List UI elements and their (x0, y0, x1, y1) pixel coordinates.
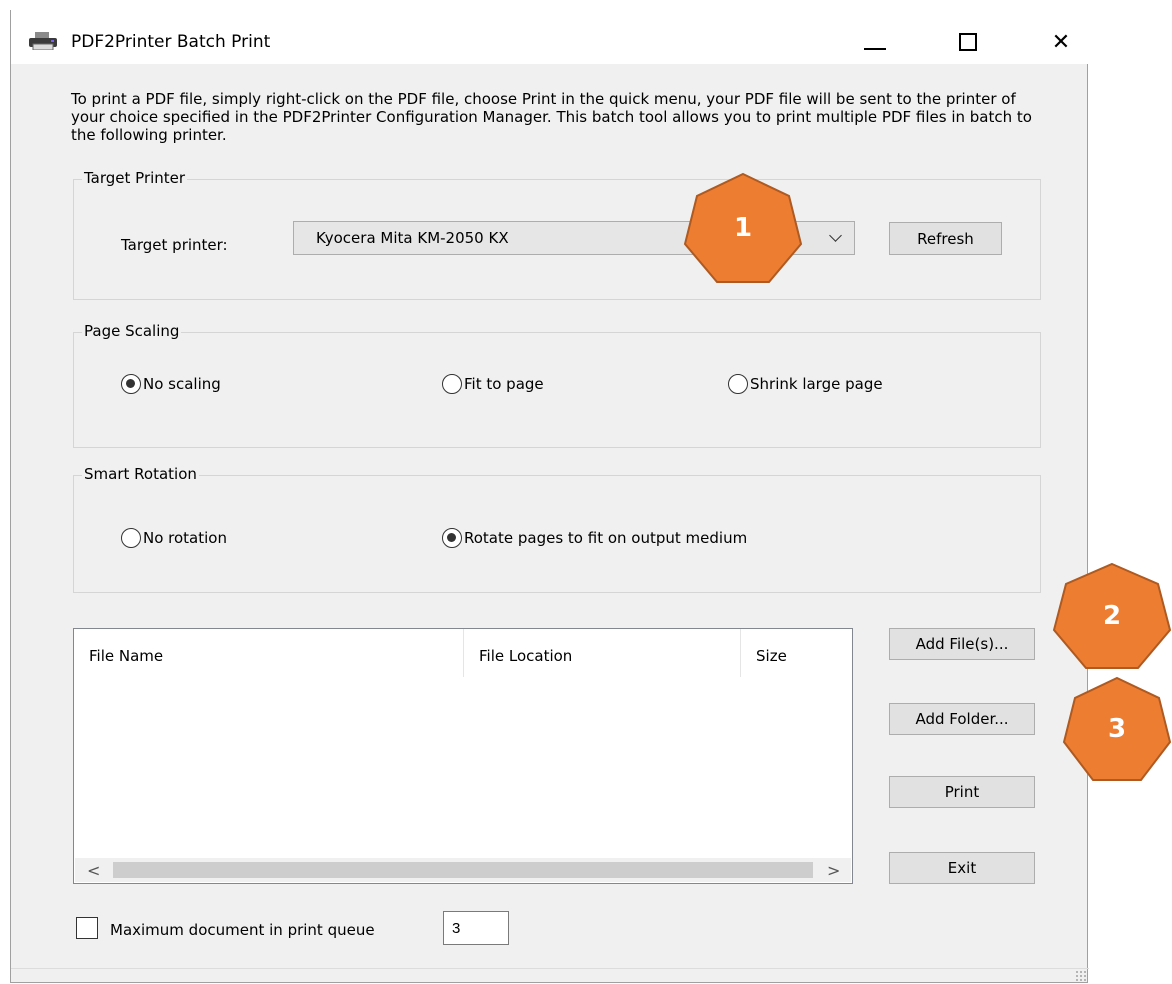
close-button[interactable]: ✕ (1041, 24, 1081, 60)
column-header-file-name[interactable]: File Name (89, 647, 163, 665)
radio-fit-to-page-label[interactable]: Fit to page (464, 375, 544, 393)
max-queue-input[interactable] (443, 911, 509, 945)
file-list[interactable]: File Name File Location Size < > (73, 628, 853, 884)
minimize-icon (864, 48, 886, 50)
target-printer-label: Target printer: (121, 236, 228, 254)
scroll-right-icon[interactable]: > (827, 861, 840, 880)
close-icon: ✕ (1051, 29, 1071, 55)
batch-print-window: PDF2Printer Batch Print ✕ To print a PDF… (10, 10, 1089, 984)
scrollbar-thumb[interactable] (113, 862, 813, 878)
radio-rotate-pages-label[interactable]: Rotate pages to fit on output medium (464, 529, 747, 547)
radio-no-scaling[interactable] (121, 374, 141, 394)
annotation-number: 1 (733, 213, 753, 243)
radio-no-scaling-label[interactable]: No scaling (143, 375, 221, 393)
radio-no-rotation-label[interactable]: No rotation (143, 529, 227, 547)
horizontal-scrollbar[interactable]: < > (75, 858, 851, 882)
resize-grip-icon[interactable] (1075, 970, 1087, 982)
annotation-number: 3 (1107, 714, 1127, 744)
printer-select-value: Kyocera Mita KM-2050 KX (316, 229, 509, 247)
annotation-badge-3: 3 (1062, 676, 1172, 782)
max-queue-checkbox[interactable] (76, 917, 98, 939)
radio-rotate-pages[interactable] (442, 528, 462, 548)
max-queue-label[interactable]: Maximum document in print queue (110, 921, 375, 939)
window-title: PDF2Printer Batch Print (71, 32, 271, 52)
column-header-file-location[interactable]: File Location (479, 647, 572, 665)
radio-fit-to-page[interactable] (442, 374, 462, 394)
intro-text: To print a PDF file, simply right-click … (71, 90, 1032, 144)
maximize-icon (959, 33, 977, 51)
radio-shrink-large-page[interactable] (728, 374, 748, 394)
title-bar[interactable]: PDF2Printer Batch Print ✕ (11, 10, 1089, 64)
refresh-button[interactable]: Refresh (889, 222, 1002, 255)
group-title: Smart Rotation (82, 465, 199, 483)
add-folder-button[interactable]: Add Folder... (889, 703, 1035, 735)
print-button[interactable]: Print (889, 776, 1035, 808)
radio-shrink-large-page-label[interactable]: Shrink large page (750, 375, 883, 393)
chevron-down-icon (829, 229, 842, 242)
printer-icon (29, 32, 57, 50)
group-title: Target Printer (82, 169, 188, 187)
add-files-button[interactable]: Add File(s)... (889, 628, 1035, 660)
status-bar (11, 968, 1089, 984)
exit-button[interactable]: Exit (889, 852, 1035, 884)
group-title: Page Scaling (82, 322, 182, 340)
scroll-left-icon[interactable]: < (87, 861, 100, 880)
maximize-button[interactable] (948, 24, 988, 60)
column-separator[interactable] (740, 629, 741, 677)
minimize-button[interactable] (855, 24, 895, 60)
radio-no-rotation[interactable] (121, 528, 141, 548)
annotation-number: 2 (1102, 601, 1122, 631)
annotation-badge-2: 2 (1052, 562, 1172, 670)
column-header-size[interactable]: Size (756, 647, 787, 665)
annotation-badge-1: 1 (683, 172, 803, 284)
column-separator[interactable] (463, 629, 464, 677)
